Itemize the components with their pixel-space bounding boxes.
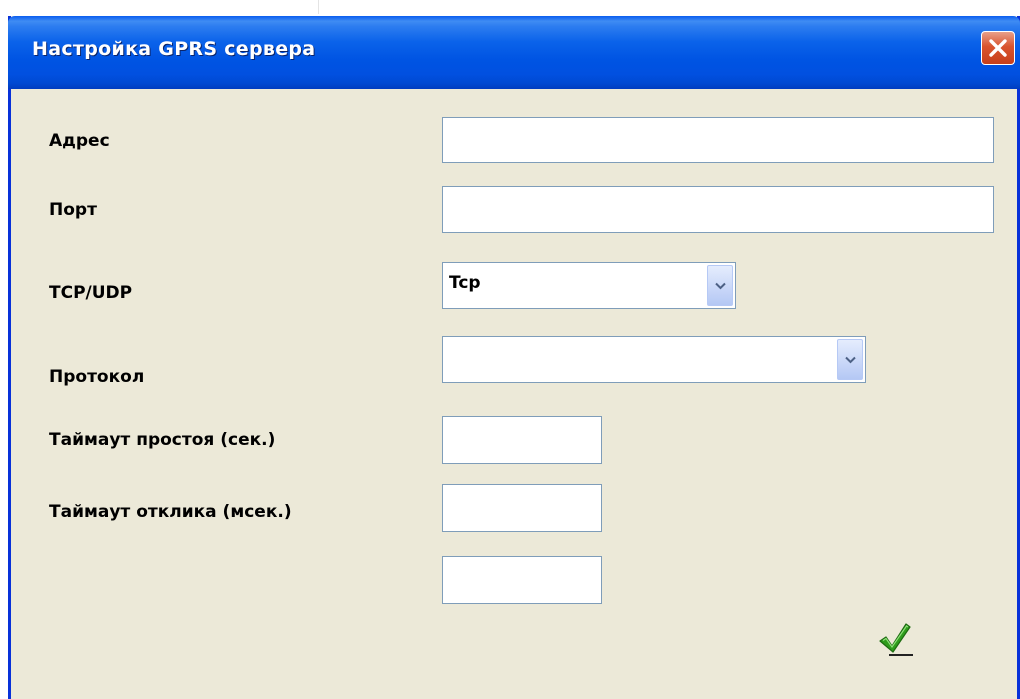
idle-timeout-input[interactable] <box>442 416 602 464</box>
address-input[interactable] <box>442 117 994 163</box>
protocol-label: Протокол <box>49 367 145 387</box>
transport-selected-value: Tcp <box>449 273 481 293</box>
chevron-down-icon <box>845 356 856 363</box>
port-label: Порт <box>49 200 97 220</box>
extra-input[interactable] <box>442 556 602 604</box>
response-timeout-label: Таймаут отклика (мсек.) <box>49 502 292 522</box>
close-icon <box>989 39 1007 57</box>
protocol-dropdown-button[interactable] <box>837 339 863 380</box>
response-timeout-input[interactable] <box>442 484 602 532</box>
chevron-down-icon <box>715 282 726 289</box>
title-bar[interactable]: Настройка GPRS сервера <box>8 16 1020 89</box>
dialog-title: Настройка GPRS сервера <box>32 38 316 60</box>
close-button[interactable] <box>981 31 1015 65</box>
gprs-server-settings-dialog: Настройка GPRS сервера Адрес Порт TCP/UD… <box>8 16 1020 699</box>
transport-select[interactable]: Tcp <box>442 262 736 309</box>
address-label: Адрес <box>49 131 110 151</box>
ok-button[interactable] <box>875 620 915 660</box>
transport-dropdown-button[interactable] <box>707 265 733 306</box>
idle-timeout-label: Таймаут простоя (сек.) <box>49 430 276 450</box>
protocol-select[interactable] <box>442 336 866 383</box>
green-checkmark-icon <box>879 623 913 656</box>
port-input[interactable] <box>442 186 994 233</box>
background-divider <box>318 0 319 14</box>
transport-label: TCP/UDP <box>49 283 133 303</box>
